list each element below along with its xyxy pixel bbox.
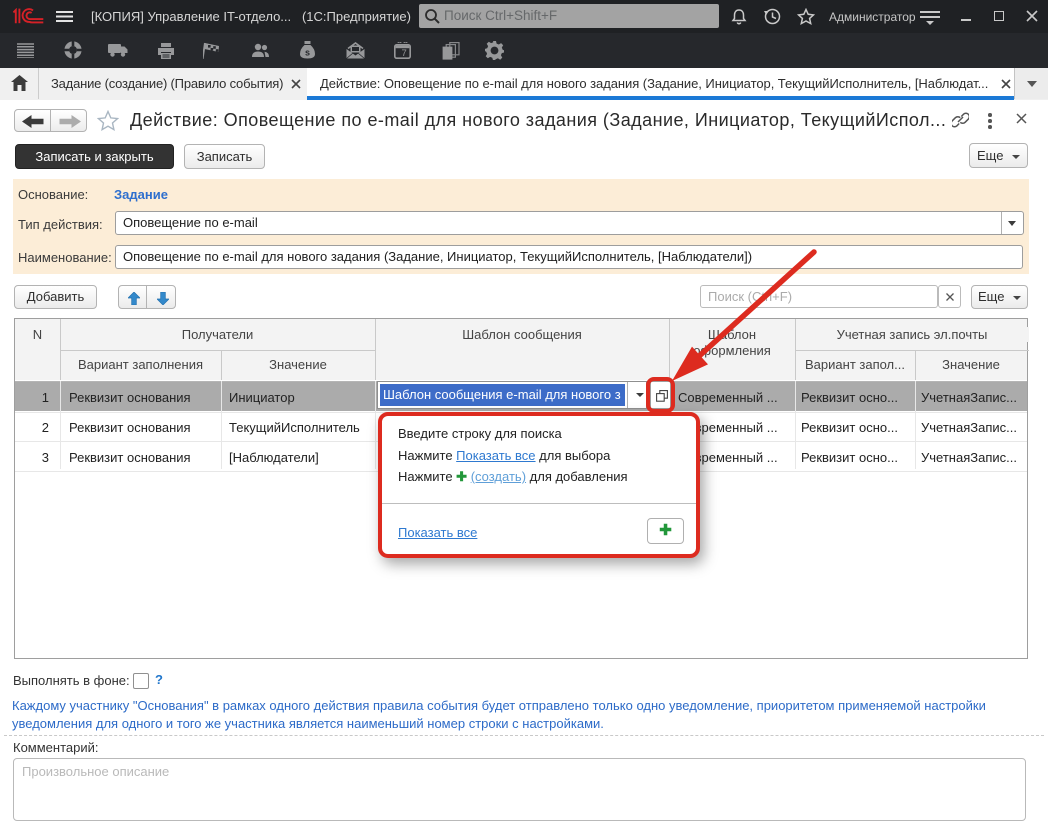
svg-text:s: s [305,48,310,58]
svg-text:7: 7 [402,48,407,59]
